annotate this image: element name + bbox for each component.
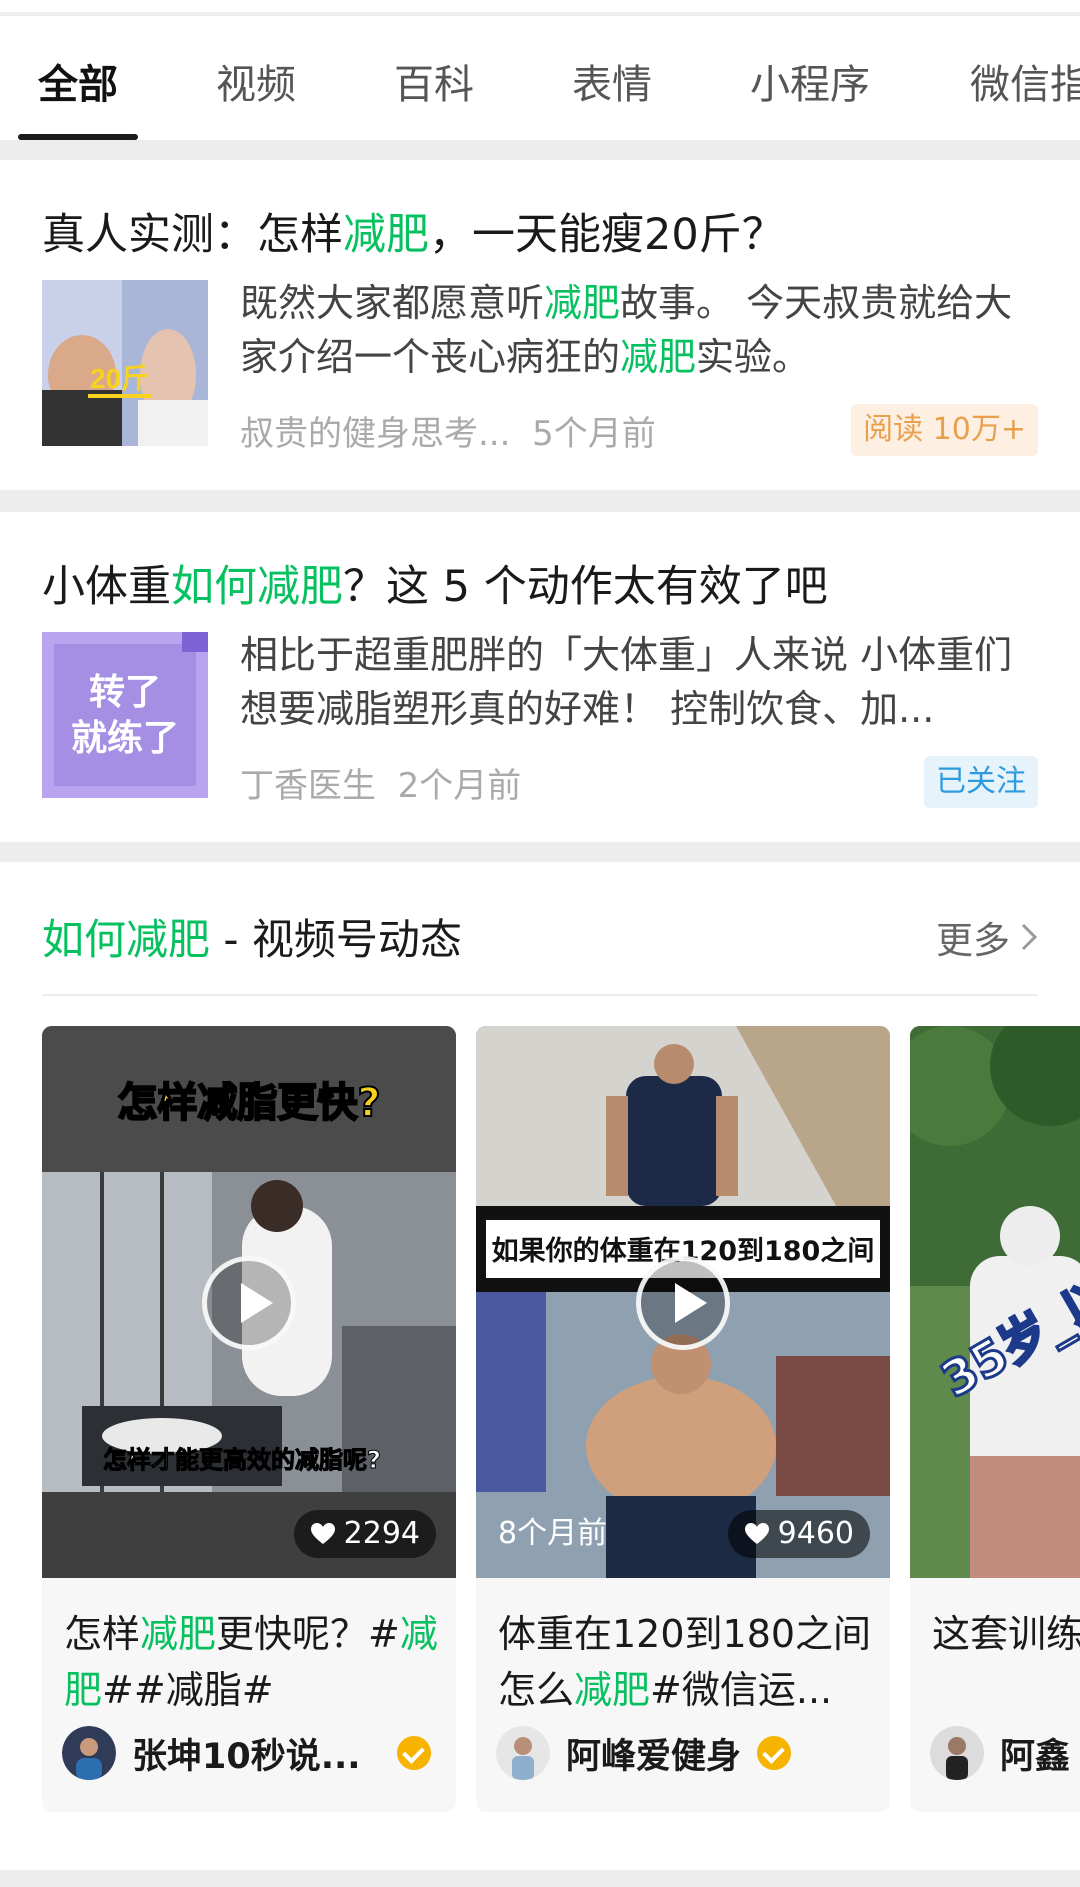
- article-thumbnail: 转了 就练了: [42, 632, 208, 798]
- thumb-text-line2: 就练了: [71, 718, 179, 759]
- active-tab-indicator: [18, 134, 138, 140]
- heart-icon: [310, 1523, 335, 1544]
- article-title[interactable]: 小体重如何减肥？这 5 个动作太有效了吧: [42, 552, 828, 614]
- avatar: [930, 1726, 984, 1780]
- video-card-3[interactable]: 35岁_以 应该 这套训练 岁的女性 阿鑫: [910, 1026, 1080, 1812]
- tab-encyclopedia[interactable]: 百科: [394, 52, 474, 110]
- article-source: 丁香医生: [240, 766, 376, 806]
- avatar: [62, 1726, 116, 1780]
- video-card-2[interactable]: 如果你的体重在120到180之间 8个月前 9460 体重在120到180之间怎…: [476, 1026, 890, 1812]
- author-row[interactable]: 张坤10秒说...: [62, 1726, 431, 1780]
- video-title[interactable]: 这套训练 岁的女性: [932, 1606, 1080, 1662]
- channels-section: 如何减肥 - 视频号动态 更多 怎样减脂更快? 怎样才能更高效的减脂呢? 229…: [0, 862, 1080, 1870]
- article-description: 相比于超重肥胖的「大体重」人来说 小体重们想要减脂塑形真的好难！ 控制饮食、加.…: [240, 633, 1013, 731]
- thumb-20jin-text: 20斤: [90, 363, 149, 394]
- verified-icon: [757, 1736, 792, 1770]
- section-title: 如何减肥 - 视频号动态: [42, 915, 462, 964]
- article-time: 2个月前: [397, 766, 522, 806]
- author-name: 阿峰爱健身: [566, 1736, 742, 1777]
- article-source: 叔贵的健身思考...: [240, 414, 511, 454]
- play-icon[interactable]: [636, 1256, 730, 1350]
- article-title[interactable]: 真人实测：怎样减肥，一天能瘦20斤？: [42, 200, 785, 262]
- read-count-badge: 阅读 10万+: [851, 404, 1038, 456]
- tab-all[interactable]: 全部: [38, 52, 118, 110]
- likes-count: 9460: [777, 1516, 854, 1551]
- author-row[interactable]: 阿鑫: [930, 1726, 1070, 1780]
- chevron-right-icon: [1021, 923, 1038, 951]
- heart-icon: [744, 1523, 769, 1544]
- video-title[interactable]: 怎样减肥更快呢？#减肥##减脂#: [64, 1606, 444, 1718]
- overlay-bottom-text: 怎样才能更高效的减脂呢?: [103, 1446, 381, 1474]
- followed-badge: 已关注: [924, 756, 1038, 808]
- author-name: 张坤10秒说...: [132, 1736, 361, 1777]
- article-card-1[interactable]: 真人实测：怎样减肥，一天能瘦20斤？ 20斤 既然大家都愿意听减肥故事。 今天叔…: [0, 160, 1080, 490]
- tab-mini-programs[interactable]: 小程序: [750, 52, 870, 110]
- tab-stickers[interactable]: 表情: [572, 52, 652, 110]
- overlay-top-text: 怎样减脂更快?: [117, 1080, 380, 1126]
- more-label: 更多: [936, 919, 1010, 962]
- divider: [42, 994, 1038, 996]
- author-row[interactable]: 阿峰爱健身: [496, 1726, 792, 1780]
- article-meta: 叔贵的健身思考... 5个月前: [240, 406, 656, 455]
- article-thumbnail: 20斤: [42, 280, 208, 446]
- status-strip: [0, 0, 1080, 14]
- play-icon[interactable]: [202, 1256, 296, 1350]
- more-link[interactable]: 更多: [936, 910, 1038, 964]
- bottom-spacer: [0, 1870, 1080, 1887]
- article-meta: 丁香医生 2个月前: [240, 758, 521, 807]
- thumb-text-line1: 转了: [89, 672, 161, 713]
- video-card-1[interactable]: 怎样减脂更快? 怎样才能更高效的减脂呢? 2294 怎样减肥更快呢？#减肥##减…: [42, 1026, 456, 1812]
- article-description: 既然大家都愿意听减肥故事。 今天叔贵就给大家介绍一个丧心病狂的减肥实验。: [240, 281, 1013, 379]
- author-name: 阿鑫: [1000, 1736, 1071, 1777]
- likes-badge: 2294: [293, 1510, 436, 1558]
- video-thumbnail: 35岁_以 应该: [910, 1026, 1080, 1578]
- likes-badge: 9460: [727, 1510, 870, 1558]
- verified-icon: [396, 1736, 431, 1770]
- video-thumbnail: 如果你的体重在120到180之间 8个月前 9460: [476, 1026, 890, 1578]
- tab-video[interactable]: 视频: [216, 52, 296, 110]
- tab-wechat-index[interactable]: 微信指: [970, 52, 1080, 110]
- search-tabs: 全部 视频 百科 表情 小程序 微信指: [0, 16, 1080, 140]
- video-carousel[interactable]: 怎样减脂更快? 怎样才能更高效的减脂呢? 2294 怎样减肥更快呢？#减肥##减…: [0, 1026, 1080, 1826]
- video-thumbnail: 怎样减脂更快? 怎样才能更高效的减脂呢? 2294: [42, 1026, 456, 1578]
- video-time: 8个月前: [498, 1516, 608, 1551]
- article-time: 5个月前: [532, 414, 656, 454]
- article-card-2[interactable]: 小体重如何减肥？这 5 个动作太有效了吧 转了 就练了 相比于超重肥胖的「大体重…: [0, 512, 1080, 842]
- avatar: [496, 1726, 550, 1780]
- video-title[interactable]: 体重在120到180之间怎么减肥#微信运...: [498, 1606, 878, 1718]
- likes-count: 2294: [343, 1516, 420, 1551]
